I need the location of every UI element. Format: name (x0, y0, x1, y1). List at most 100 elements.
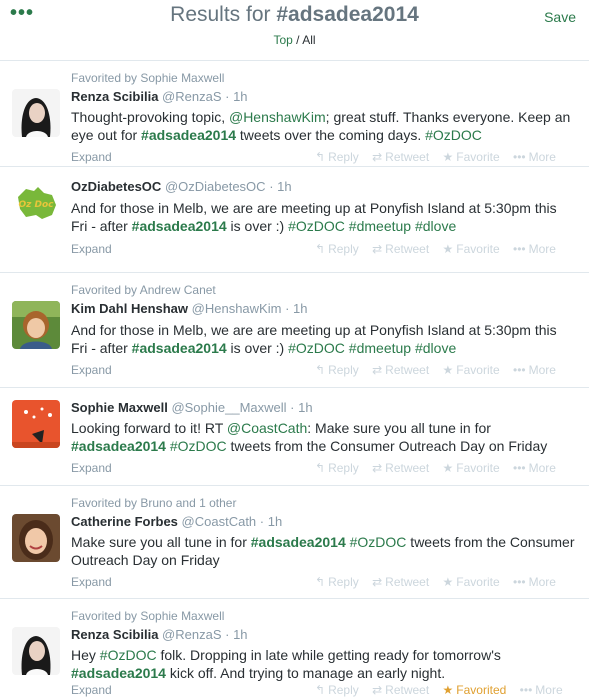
tweet-time[interactable]: · 1h (269, 179, 291, 194)
user-handle[interactable]: @HenshawKim (192, 301, 282, 316)
tweet-time[interactable]: · 1h (285, 301, 307, 316)
expand-link[interactable]: Expand (71, 242, 112, 256)
hashtag-link[interactable]: #OzDOC (350, 534, 407, 550)
expand-link[interactable]: Expand (71, 575, 112, 589)
avatar[interactable] (12, 627, 60, 675)
tweet-header: Catherine Forbes @CoastCath · 1h (71, 514, 282, 529)
avatar[interactable]: Oz Doc (12, 179, 60, 227)
retweet-button[interactable]: ⇄ Retweet (372, 242, 429, 256)
tweet-text: Thought-provoking topic, @HenshawKim; gr… (71, 108, 576, 144)
user-name[interactable]: OzDiabetesOC (71, 179, 161, 194)
hashtag-link[interactable]: #dlove (415, 218, 456, 234)
expand-link[interactable]: Expand (71, 363, 112, 377)
favorite-button[interactable]: ★ Favorite (443, 461, 500, 475)
retweet-button[interactable]: ⇄ Retweet (372, 150, 429, 164)
reply-button[interactable]: ↰ Reply (315, 461, 359, 475)
user-handle[interactable]: @CoastCath (182, 514, 257, 529)
tweet[interactable]: Oz Doc OzDiabetesOC @OzDiabetesOC · 1h A… (0, 167, 589, 273)
avatar[interactable] (12, 301, 60, 349)
retweet-button[interactable]: ⇄ Retweet (372, 575, 429, 589)
tweet[interactable]: Favorited by Sophie Maxwell Renza Scibil… (0, 599, 589, 699)
expand-link[interactable]: Expand (71, 683, 112, 697)
mention-link[interactable]: @HenshawKim (229, 109, 326, 125)
more-button[interactable]: ••• More (513, 363, 556, 377)
tweet-text-segment: tweets over the coming days. (236, 127, 426, 143)
reply-button[interactable]: ↰ Reply (315, 242, 359, 256)
title-prefix: Results for (170, 3, 271, 26)
hashtag-link[interactable]: #OzDOC (425, 127, 482, 143)
favorited-by-context: Favorited by Sophie Maxwell (71, 609, 225, 623)
mention-link[interactable]: @CoastCath (227, 420, 307, 436)
tweet-actions: ↰ Reply ⇄ Retweet ★ Favorite ••• More (315, 150, 566, 164)
tweet-header: Renza Scibilia @RenzaS · 1h (71, 89, 248, 104)
user-handle[interactable]: @RenzaS (162, 89, 221, 104)
hashtag-link[interactable]: #adsadea2014 (141, 127, 236, 143)
favorite-button[interactable]: ★ Favorite (443, 150, 500, 164)
reply-button[interactable]: ↰ Reply (315, 363, 359, 377)
more-button[interactable]: ••• More (513, 575, 556, 589)
retweet-button[interactable]: ⇄ Retweet (372, 683, 429, 697)
hashtag-link[interactable]: #OzDOC (288, 218, 345, 234)
hashtag-link[interactable]: #dmeetup (349, 340, 411, 356)
more-button[interactable]: ••• More (520, 683, 563, 697)
tweet-time[interactable]: · 1h (290, 400, 312, 415)
user-name[interactable]: Sophie Maxwell (71, 400, 168, 415)
tweet-text-segment: kick off. And trying to manage an early … (165, 665, 446, 681)
avatar[interactable] (12, 514, 60, 562)
page-title: Results for #adsadea2014 (0, 3, 589, 27)
tweet-time[interactable]: · 1h (225, 89, 247, 104)
tweet[interactable]: Favorited by Andrew Canet Kim Dahl Hensh… (0, 273, 589, 388)
user-handle[interactable]: @Sophie__Maxwell (171, 400, 286, 415)
top-filter-link[interactable]: Top (273, 33, 292, 47)
reply-button[interactable]: ↰ Reply (315, 683, 359, 697)
favorite-button[interactable]: ★ Favorite (443, 575, 500, 589)
hashtag-link[interactable]: #adsadea2014 (71, 665, 166, 681)
save-button[interactable]: Save (544, 9, 576, 25)
hashtag-link[interactable]: #dmeetup (349, 218, 411, 234)
hashtag-link[interactable]: #dlove (415, 340, 456, 356)
more-button[interactable]: ••• More (513, 150, 556, 164)
tweet-text-segment: : Make sure you all tune in for (307, 420, 491, 436)
tweet-text: Hey #OzDOC folk. Dropping in late while … (71, 646, 576, 682)
reply-button[interactable]: ↰ Reply (315, 575, 359, 589)
all-filter-label: All (302, 33, 316, 47)
more-button[interactable]: ••• More (513, 242, 556, 256)
user-name[interactable]: Kim Dahl Henshaw (71, 301, 188, 316)
hashtag-link[interactable]: #adsadea2014 (71, 438, 166, 454)
more-dots-icon: ••• (519, 683, 533, 697)
star-icon: ★ (442, 461, 454, 475)
hashtag-link[interactable]: #adsadea2014 (132, 340, 227, 356)
expand-link[interactable]: Expand (71, 150, 112, 164)
tweet-time[interactable]: · 1h (225, 627, 247, 642)
user-name[interactable]: Renza Scibilia (71, 627, 158, 642)
hashtag-link[interactable]: #adsadea2014 (132, 218, 227, 234)
more-dots-icon: ••• (513, 242, 526, 256)
star-icon: ★ (442, 242, 454, 256)
favorite-button[interactable]: ★ Favorite (443, 363, 500, 377)
more-dots-icon: ••• (513, 575, 526, 589)
more-button[interactable]: ••• More (513, 461, 556, 475)
favorited-button[interactable]: ★ Favorited (443, 683, 507, 697)
tweet-time[interactable]: · 1h (260, 514, 282, 529)
user-name[interactable]: Renza Scibilia (71, 89, 158, 104)
tweet[interactable]: Favorited by Bruno and 1 other Catherine… (0, 486, 589, 599)
user-name[interactable]: Catherine Forbes (71, 514, 178, 529)
avatar[interactable] (12, 400, 60, 448)
favorite-button[interactable]: ★ Favorite (443, 242, 500, 256)
hashtag-link[interactable]: #OzDOC (170, 438, 227, 454)
expand-link[interactable]: Expand (71, 461, 112, 475)
hashtag-link[interactable]: #OzDOC (288, 340, 345, 356)
tweet[interactable]: Favorited by Sophie Maxwell Renza Scibil… (0, 61, 589, 167)
hashtag-link[interactable]: #adsadea2014 (251, 534, 346, 550)
search-header: ••• Results for #adsadea2014 Save Top / … (0, 0, 589, 61)
tweet-text-segment: Hey (71, 647, 100, 663)
avatar[interactable] (12, 89, 60, 137)
user-handle[interactable]: @OzDiabetesOC (165, 179, 266, 194)
user-handle[interactable]: @RenzaS (162, 627, 221, 642)
retweet-button[interactable]: ⇄ Retweet (372, 461, 429, 475)
retweet-button[interactable]: ⇄ Retweet (372, 363, 429, 377)
avatar-logo-text: Oz Doc (18, 200, 54, 210)
reply-button[interactable]: ↰ Reply (315, 150, 359, 164)
hashtag-link[interactable]: #OzDOC (100, 647, 157, 663)
tweet[interactable]: Sophie Maxwell @Sophie__Maxwell · 1h Loo… (0, 388, 589, 486)
